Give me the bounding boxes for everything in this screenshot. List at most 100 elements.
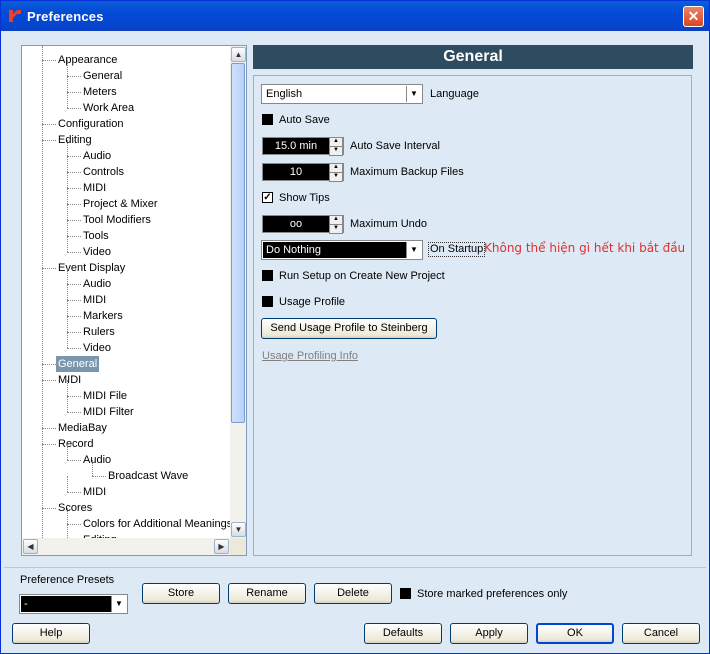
chevron-down-icon: ▼ (234, 525, 243, 534)
tree-guide-line (67, 316, 81, 317)
chevron-right-icon: ▶ (218, 542, 225, 551)
title-bar[interactable]: Preferences ✕ (1, 1, 709, 31)
tree-guide-line (42, 428, 56, 429)
ok-button[interactable]: OK (536, 623, 614, 644)
tree-guide-line (67, 412, 81, 413)
tree-guide-line (67, 460, 81, 461)
help-button[interactable]: Help (12, 623, 90, 644)
close-button[interactable]: ✕ (683, 6, 704, 27)
stepper-down-icon[interactable]: ▼ (329, 172, 343, 182)
tree-item-general[interactable]: General (56, 356, 100, 372)
tree-guide-line (67, 524, 81, 525)
preference-presets-select[interactable]: - ▼ (19, 594, 128, 614)
chevron-left-icon: ◀ (27, 542, 34, 551)
tree-guide-line (67, 444, 68, 460)
scroll-down-button[interactable]: ▼ (231, 522, 246, 537)
tree-item-record[interactable]: Record (58, 436, 93, 452)
tree-view[interactable]: Appearance General Meters Work Area Configur… (22, 46, 230, 538)
tree-guide-line (67, 300, 68, 316)
max-backup-value: 10 (289, 166, 303, 178)
tree-guide-line (92, 460, 93, 476)
chevron-down-icon: ▼ (406, 86, 421, 102)
cancel-button[interactable]: Cancel (622, 623, 700, 644)
category-tree: Appearance General Meters Work Area Configur… (21, 45, 247, 556)
on-startup-annotation: Không thể hiện gì hết khi bắt đầu (484, 241, 686, 255)
max-undo-stepper[interactable]: oo ▲ ▼ (262, 215, 344, 234)
scroll-left-button[interactable]: ◀ (23, 539, 38, 554)
tree-item-video[interactable]: Video (83, 340, 111, 356)
scroll-up-button[interactable]: ▲ (231, 47, 246, 62)
tree-guide-line (67, 172, 68, 188)
tree-guide-line (67, 348, 81, 349)
scroll-corner (230, 538, 246, 555)
scroll-right-button[interactable]: ▶ (214, 539, 229, 554)
auto-save-interval-label: Auto Save Interval (350, 140, 440, 152)
tree-guide-line (67, 524, 68, 538)
tree-item-mediabay[interactable]: MediaBay (58, 420, 107, 436)
tree-item-colors-for-additional-meanings[interactable]: Colors for Additional Meanings (83, 516, 230, 532)
tree-item-controls[interactable]: Controls (83, 164, 124, 180)
tree-guide-line (92, 476, 106, 477)
tree-item-rulers[interactable]: Rulers (83, 324, 115, 340)
tree-guide-line (67, 108, 81, 109)
scroll-thumb[interactable] (231, 63, 245, 423)
tree-item-scores[interactable]: Scores (58, 500, 92, 516)
usage-profile-checkbox[interactable] (262, 296, 273, 307)
rename-button[interactable]: Rename (228, 583, 306, 604)
tree-item-broadcast-wave[interactable]: Broadcast Wave (108, 468, 188, 484)
tree-item-midi-file[interactable]: MIDI File (83, 388, 127, 404)
tree-item-midi-filter[interactable]: MIDI Filter (83, 404, 134, 420)
tree-vertical-scrollbar[interactable]: ▲ ▼ (230, 46, 246, 538)
on-startup-select[interactable]: Do Nothing ▼ (261, 240, 423, 260)
run-setup-checkbox[interactable] (262, 270, 273, 281)
show-tips-checkbox[interactable]: ✓ (262, 192, 273, 203)
tree-item-audio[interactable]: Audio (83, 452, 111, 468)
tree-guide-line (67, 92, 68, 108)
tree-item-audio[interactable]: Audio (83, 276, 111, 292)
max-backup-stepper[interactable]: 10 ▲ ▼ (262, 163, 344, 182)
tree-item-audio[interactable]: Audio (83, 148, 111, 164)
tree-item-project-mixer[interactable]: Project & Mixer (83, 196, 158, 212)
window-title: Preferences (27, 9, 104, 24)
defaults-button[interactable]: Defaults (364, 623, 442, 644)
tree-item-midi[interactable]: MIDI (83, 484, 106, 500)
tree-guide-line (42, 60, 56, 61)
language-select[interactable]: English ▼ (261, 84, 423, 104)
tree-item-video[interactable]: Video (83, 244, 111, 260)
send-usage-profile-button[interactable]: Send Usage Profile to Steinberg (261, 318, 437, 339)
tree-guide-line (67, 188, 81, 189)
tree-item-meters[interactable]: Meters (83, 84, 117, 100)
tree-horizontal-scrollbar[interactable]: ◀ ▶ (22, 538, 230, 555)
tree-item-configuration[interactable]: Configuration (58, 116, 123, 132)
tree-item-tools[interactable]: Tools (83, 228, 109, 244)
app-logo-icon (9, 10, 21, 22)
max-backup-label: Maximum Backup Files (350, 166, 464, 178)
store-marked-checkbox[interactable] (400, 588, 411, 599)
tree-item-midi[interactable]: MIDI (58, 372, 81, 388)
tree-guide-line (42, 268, 56, 269)
delete-button[interactable]: Delete (314, 583, 392, 604)
stepper-down-icon[interactable]: ▼ (329, 224, 343, 234)
close-icon: ✕ (687, 8, 700, 24)
tree-guide-line (67, 140, 68, 156)
tree-guide-line (67, 492, 81, 493)
tree-item-tool-modifiers[interactable]: Tool Modifiers (83, 212, 151, 228)
tree-item-midi[interactable]: MIDI (83, 292, 106, 308)
tree-item-work-area[interactable]: Work Area (83, 100, 134, 116)
stepper-down-icon[interactable]: ▼ (329, 146, 343, 156)
tree-item-general[interactable]: General (83, 68, 122, 84)
tree-item-markers[interactable]: Markers (83, 308, 123, 324)
preferences-window: Preferences ✕ Appearance General Meters Wor… (0, 0, 710, 654)
auto-save-checkbox[interactable] (262, 114, 273, 125)
tree-guide-line (42, 46, 43, 538)
auto-save-interval-stepper[interactable]: 15.0 min ▲ ▼ (262, 137, 344, 156)
tree-item-event-display[interactable]: Event Display (58, 260, 125, 276)
store-button[interactable]: Store (142, 583, 220, 604)
tree-guide-line (67, 76, 68, 92)
tree-guide-line (42, 364, 56, 365)
auto-save-interval-value: 15.0 min (274, 140, 318, 152)
tree-item-editing[interactable]: Editing (58, 132, 92, 148)
tree-item-midi[interactable]: MIDI (83, 180, 106, 196)
usage-profiling-info-link[interactable]: Usage Profiling Info (262, 350, 358, 362)
apply-button[interactable]: Apply (450, 623, 528, 644)
